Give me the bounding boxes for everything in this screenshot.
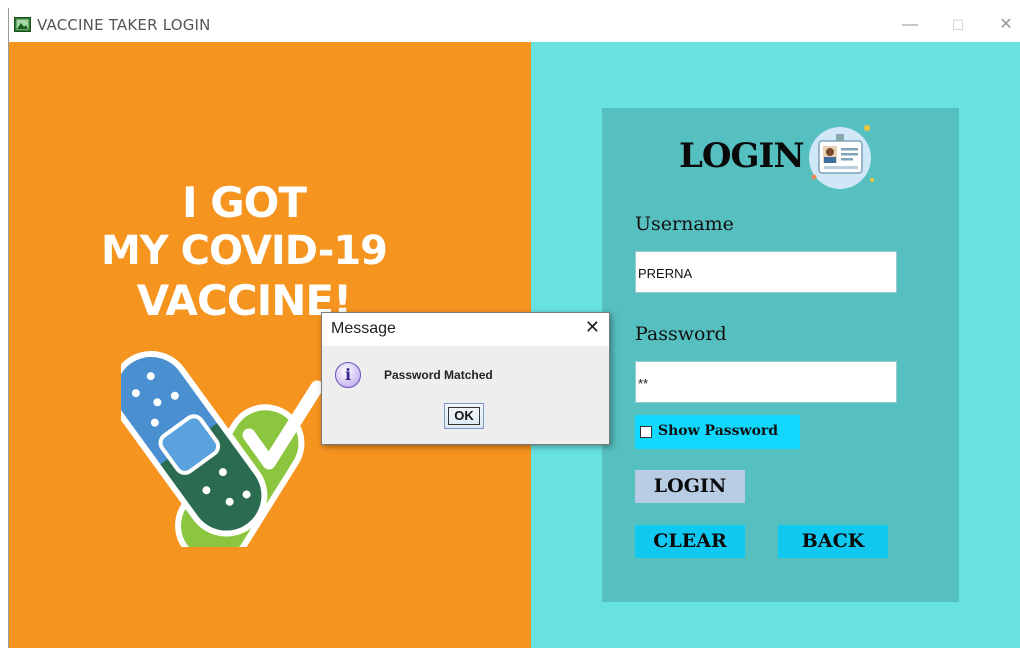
dialog-close-button[interactable]: ✕	[585, 317, 600, 338]
dialog-title: Message	[331, 320, 396, 337]
title-bar: VACCINE TAKER LOGIN — ☐ ✕	[9, 8, 1020, 42]
id-card-icon	[809, 125, 874, 189]
poster-line-1: I GOT	[181, 178, 307, 227]
message-dialog: Message ✕ i Password Matched OK	[321, 312, 610, 445]
username-label: Username	[635, 213, 734, 235]
show-password-checkbox[interactable]	[640, 426, 652, 438]
username-input[interactable]: PRERNA	[635, 251, 897, 293]
maximize-button[interactable]: ☐	[946, 14, 970, 36]
login-heading: LOGIN	[679, 136, 805, 176]
show-password-toggle[interactable]: Show Password	[635, 415, 800, 449]
close-button[interactable]: ✕	[994, 14, 1018, 36]
info-icon: i	[335, 362, 361, 388]
login-form: LOGIN Username PRERNA Password ** Show P…	[602, 108, 959, 602]
app-icon	[14, 17, 31, 32]
dialog-body: i Password Matched OK	[322, 346, 609, 444]
window-title: VACCINE TAKER LOGIN	[37, 16, 211, 34]
password-label: Password	[635, 323, 727, 345]
minimize-button[interactable]: —	[898, 14, 922, 36]
ok-focus-ring	[448, 407, 480, 425]
login-button[interactable]: LOGIN	[635, 470, 745, 503]
dialog-message: Password Matched	[384, 368, 493, 382]
password-input[interactable]: **	[635, 361, 897, 403]
back-button[interactable]: BACK	[778, 525, 888, 558]
clear-button[interactable]: CLEAR	[635, 525, 745, 558]
show-password-label: Show Password	[658, 423, 779, 439]
ok-button[interactable]: OK	[444, 403, 484, 429]
poster-line-2: MY COVID-19	[100, 228, 388, 274]
